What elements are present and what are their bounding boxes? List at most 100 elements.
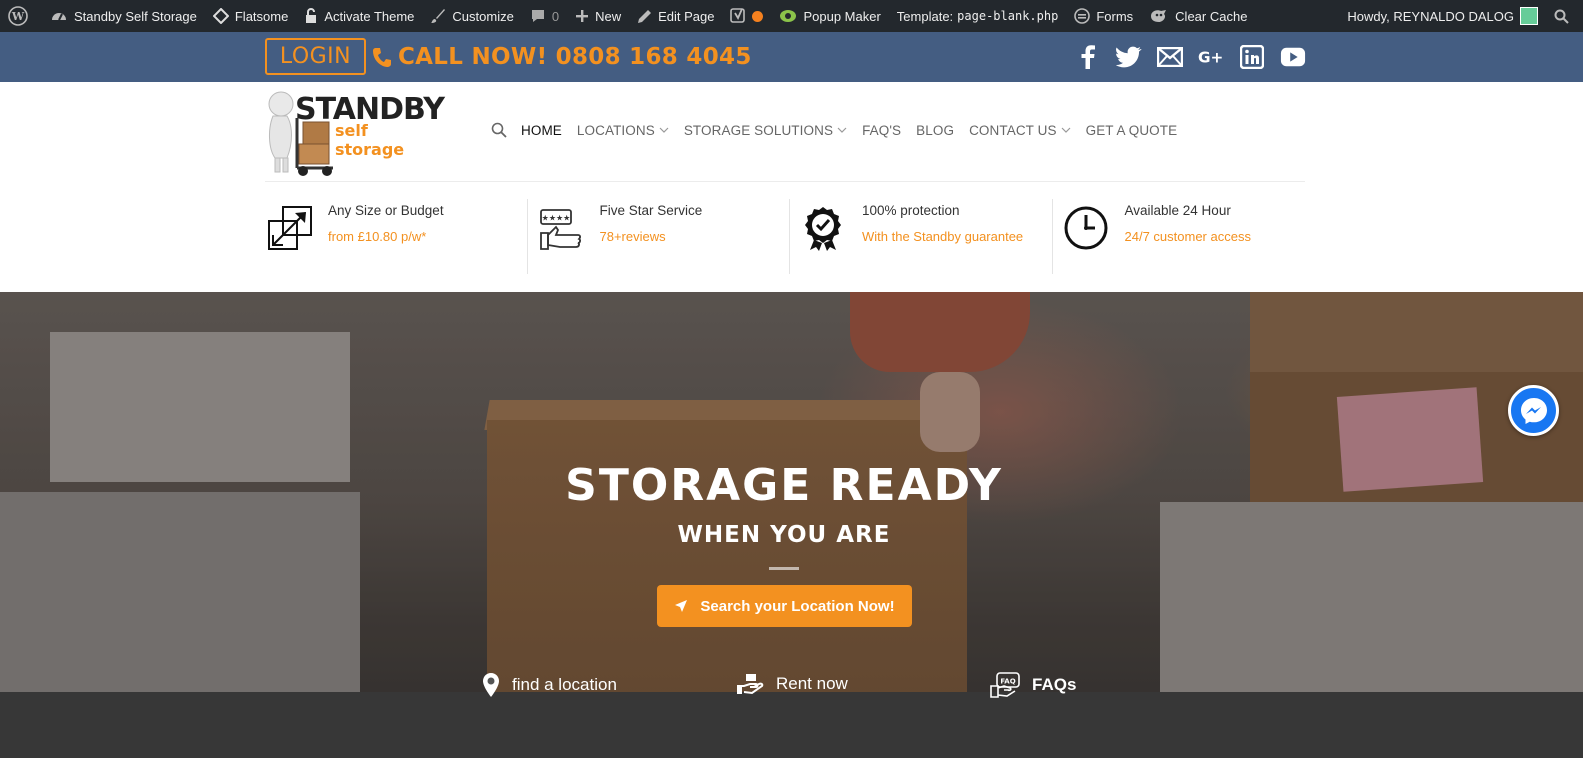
location-arrow-icon <box>675 600 688 612</box>
pencil-icon <box>638 9 652 23</box>
nav-search-button[interactable] <box>491 122 507 138</box>
call-now-link[interactable]: CALL NOW! 0808 168 4045 <box>372 41 752 73</box>
account-menu[interactable]: Howdy, REYNALDO DALOG <box>1339 0 1546 32</box>
nav-item-home[interactable]: HOME <box>521 123 562 138</box>
cheetah-icon <box>1151 10 1167 22</box>
customize-label: Customize <box>452 8 514 24</box>
facebook-icon[interactable] <box>1075 44 1101 70</box>
messenger-icon <box>1520 397 1547 424</box>
wordpress-logo-button[interactable]: W <box>0 0 42 32</box>
map-pin-icon <box>483 673 499 697</box>
nav-item-get-a-quote[interactable]: GET A QUOTE <box>1086 123 1178 138</box>
nav-item-contact-us[interactable]: CONTACT US <box>969 123 1071 138</box>
faqs-link[interactable]: FAQ FAQs <box>990 672 1076 698</box>
main-nav: HOME LOCATIONS STORAGE SOLUTIONS FAQ'S B… <box>491 122 1192 138</box>
feature-protection: 100% protection With the Standby guarant… <box>790 199 1053 274</box>
feature-five-star: ★★★★ Five Star Service 78+reviews <box>528 199 790 274</box>
forms-label: Forms <box>1096 8 1134 24</box>
customize-link[interactable]: Customize <box>422 0 521 32</box>
comments-count: 0 <box>551 8 560 24</box>
comments-link[interactable]: 0 <box>522 0 567 32</box>
phone-icon <box>373 48 391 67</box>
svg-text:★★★★: ★★★★ <box>541 214 570 223</box>
feature-size-budget: Any Size or Budget from £10.80 p/w* <box>265 199 528 274</box>
twitter-icon[interactable] <box>1116 44 1142 70</box>
rent-now-link[interactable]: Rent now <box>736 672 848 696</box>
wordpress-icon: W <box>8 6 28 26</box>
messenger-chat-button[interactable] <box>1508 385 1559 436</box>
yoast-seo-menu[interactable] <box>722 0 771 32</box>
activate-theme-link[interactable]: Activate Theme <box>296 0 422 32</box>
hero-quick-links: find a location Rent now FAQ FAQs <box>0 672 1583 702</box>
site-header: STANDBY self storage HOME LOCATIONS STOR… <box>0 82 1583 292</box>
header-divider <box>265 181 1305 182</box>
logo-subtitle: self storage <box>335 121 405 159</box>
youtube-icon[interactable] <box>1280 44 1306 70</box>
popup-maker-menu[interactable]: Popup Maker <box>771 0 888 32</box>
faqs-label: FAQs <box>1032 675 1077 694</box>
faq-bubble-icon: FAQ <box>990 672 1020 698</box>
nav-storage-label: STORAGE SOLUTIONS <box>683 122 834 138</box>
flatsome-icon <box>212 8 229 24</box>
feature-subtitle[interactable]: With the Standby guarantee <box>862 229 1023 244</box>
comment-icon <box>531 10 544 22</box>
search-location-button[interactable]: Search your Location Now! <box>657 585 912 627</box>
clear-cache-label: Clear Cache <box>1175 8 1248 24</box>
dashboard-icon <box>52 13 66 21</box>
admin-search-button[interactable] <box>1546 0 1583 32</box>
svg-text:G+: G+ <box>1198 48 1223 66</box>
wp-admin-bar: W Standby Self Storage Flatsome Activate… <box>0 0 1583 32</box>
avatar <box>1520 7 1538 25</box>
hero-subtitle: WHEN YOU ARE <box>677 522 891 548</box>
new-label: New <box>595 8 622 24</box>
activate-theme-label: Activate Theme <box>324 8 415 24</box>
find-location-link[interactable]: find a location <box>482 672 617 698</box>
rent-now-label: Rent now <box>776 674 848 693</box>
clear-cache-link[interactable]: Clear Cache <box>1141 0 1255 32</box>
social-links: G+ <box>1075 44 1306 70</box>
google-plus-icon[interactable]: G+ <box>1198 44 1224 70</box>
feature-subtitle[interactable]: 78+reviews <box>600 229 666 244</box>
forms-menu[interactable]: Forms <box>1066 0 1141 32</box>
nav-locations-label: LOCATIONS <box>576 122 655 138</box>
linkedin-icon[interactable] <box>1239 44 1265 70</box>
feature-title: Any Size or Budget <box>328 203 444 218</box>
hero-title: STORAGE READY <box>565 460 1003 511</box>
find-location-label: find a location <box>512 675 617 694</box>
lock-icon <box>306 8 317 23</box>
call-now-label: CALL NOW! 0808 168 4045 <box>398 44 752 70</box>
hero-banner: STORAGE READY WHEN YOU ARE Search your L… <box>0 292 1583 758</box>
nav-item-locations[interactable]: LOCATIONS <box>577 123 669 138</box>
flatsome-menu[interactable]: Flatsome <box>205 0 296 32</box>
envelope-icon[interactable] <box>1157 44 1183 70</box>
chevron-down-icon <box>837 127 847 133</box>
yoast-icon <box>730 8 746 23</box>
award-badge-icon <box>805 207 841 251</box>
template-info: Template: page-blank.php <box>889 0 1067 32</box>
template-file: page-blank.php <box>957 9 1059 23</box>
site-name-menu[interactable]: Standby Self Storage <box>42 0 205 32</box>
site-logo[interactable]: STANDBY self storage <box>263 88 445 176</box>
chevron-down-icon <box>659 127 669 133</box>
nav-blog-label: BLOG <box>916 122 955 138</box>
feature-subtitle[interactable]: from £10.80 p/w* <box>328 229 426 244</box>
login-button[interactable]: LOGIN <box>265 38 366 75</box>
edit-page-link[interactable]: Edit Page <box>629 0 722 32</box>
paintbrush-icon <box>431 9 446 23</box>
thumbs-up-rating-icon: ★★★★ <box>539 209 581 250</box>
popup-maker-label: Popup Maker <box>803 8 881 24</box>
clock-icon <box>1064 206 1107 250</box>
edit-page-label: Edit Page <box>658 8 715 24</box>
seo-status-dot <box>752 10 764 22</box>
hand-key-icon <box>737 674 764 695</box>
top-contact-bar: LOGIN CALL NOW! 0808 168 4045 G+ <box>0 32 1583 82</box>
nav-item-storage-solutions[interactable]: STORAGE SOLUTIONS <box>684 123 847 138</box>
resize-arrow-icon <box>268 206 312 250</box>
new-content-menu[interactable]: New <box>567 0 629 32</box>
plus-icon <box>576 10 589 22</box>
nav-item-faqs[interactable]: FAQ'S <box>862 123 901 138</box>
feature-title: Available 24 Hour <box>1124 203 1231 218</box>
feature-24-hour: Available 24 Hour 24/7 customer access <box>1053 199 1316 274</box>
nav-item-blog[interactable]: BLOG <box>916 123 954 138</box>
feature-subtitle[interactable]: 24/7 customer access <box>1125 229 1251 244</box>
